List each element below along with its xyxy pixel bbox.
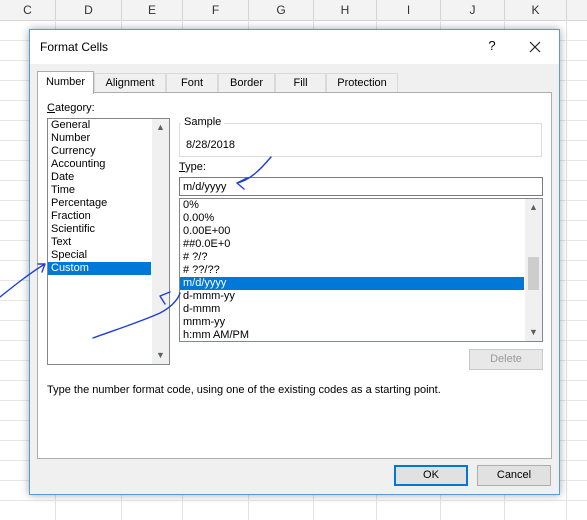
column-header-d[interactable]: D	[56, 0, 122, 20]
category-item-time[interactable]: Time	[48, 184, 169, 197]
category-item-custom[interactable]: Custom	[48, 262, 151, 275]
format-code-item[interactable]: 0.00%	[180, 212, 524, 225]
grid-column-line	[566, 20, 567, 520]
category-scrollbar[interactable]: ▲ ▼	[152, 119, 169, 364]
column-header-k[interactable]: K	[505, 0, 567, 20]
type-input[interactable]	[179, 177, 543, 196]
category-item-general[interactable]: General	[48, 119, 169, 132]
dialog-title: Format Cells	[40, 40, 109, 54]
column-header-j[interactable]: J	[441, 0, 505, 20]
grid-row-line	[0, 500, 587, 501]
category-item-currency[interactable]: Currency	[48, 145, 169, 158]
format-code-item[interactable]: m/d/yyyy	[180, 277, 524, 290]
category-item-fraction[interactable]: Fraction	[48, 210, 169, 223]
cancel-button[interactable]: Cancel	[477, 465, 551, 486]
category-label: Category:	[47, 102, 95, 114]
column-header-e[interactable]: E	[122, 0, 183, 20]
tab-alignment[interactable]: Alignment	[94, 73, 166, 92]
category-item-number[interactable]: Number	[48, 132, 169, 145]
ok-button[interactable]: OK	[394, 465, 468, 486]
help-button[interactable]: ?	[482, 36, 502, 56]
column-header-c[interactable]: C	[0, 0, 56, 20]
category-item-percentage[interactable]: Percentage	[48, 197, 169, 210]
tab-number[interactable]: Number	[37, 71, 94, 94]
format-code-item[interactable]: # ??/??	[180, 264, 524, 277]
type-label: Type:	[179, 161, 206, 173]
format-scrollbar[interactable]: ▲ ▼	[525, 199, 542, 341]
scroll-down-icon[interactable]: ▼	[152, 347, 169, 364]
tab-protection[interactable]: Protection	[326, 73, 398, 92]
column-header-h[interactable]: H	[314, 0, 377, 20]
format-code-item[interactable]: d-mmm-yy	[180, 290, 524, 303]
category-list[interactable]: General Number Currency Accounting Date Time P…	[47, 118, 170, 365]
category-item-date[interactable]: Date	[48, 171, 169, 184]
format-code-item[interactable]: ##0.0E+0	[180, 238, 524, 251]
category-item-text[interactable]: Text	[48, 236, 169, 249]
column-header-bar: CDEFGHIJK	[0, 0, 587, 21]
column-header-i[interactable]: I	[377, 0, 441, 20]
format-cells-dialog: Format Cells ? Number Alignment Font Bor…	[29, 29, 560, 495]
scroll-up-icon[interactable]: ▲	[525, 199, 542, 216]
dialog-titlebar: Format Cells ?	[30, 30, 559, 64]
column-header-f[interactable]: F	[183, 0, 249, 20]
format-code-list[interactable]: 0% 0.00% 0.00E+00 ##0.0E+0 # ?/? # ??/?? m/d/y…	[179, 198, 543, 342]
format-code-item[interactable]: d-mmm	[180, 303, 524, 316]
format-code-item[interactable]: mmm-yy	[180, 316, 524, 329]
format-code-item[interactable]: 0.00E+00	[180, 225, 524, 238]
category-item-accounting[interactable]: Accounting	[48, 158, 169, 171]
hint-text: Type the number format code, using one o…	[47, 384, 441, 396]
scroll-down-icon[interactable]: ▼	[525, 324, 542, 341]
sample-label: Sample	[181, 116, 225, 128]
tab-fill[interactable]: Fill	[275, 73, 326, 92]
column-header-g[interactable]: G	[249, 0, 314, 20]
category-item-special[interactable]: Special	[48, 249, 169, 262]
tab-font[interactable]: Font	[166, 73, 218, 92]
format-code-item[interactable]: # ?/?	[180, 251, 524, 264]
scroll-up-icon[interactable]: ▲	[152, 119, 169, 136]
format-code-item[interactable]: h:mm AM/PM	[180, 329, 524, 341]
number-tab-panel: Category: General Number Currency Accountin…	[37, 92, 552, 459]
close-icon[interactable]	[524, 36, 546, 58]
scroll-thumb[interactable]	[528, 257, 539, 290]
delete-button[interactable]: Delete	[469, 349, 543, 370]
format-code-item[interactable]: 0%	[180, 199, 524, 212]
sample-value: 8/28/2018	[186, 139, 235, 151]
category-item-scientific[interactable]: Scientific	[48, 223, 169, 236]
tab-border[interactable]: Border	[218, 73, 275, 92]
